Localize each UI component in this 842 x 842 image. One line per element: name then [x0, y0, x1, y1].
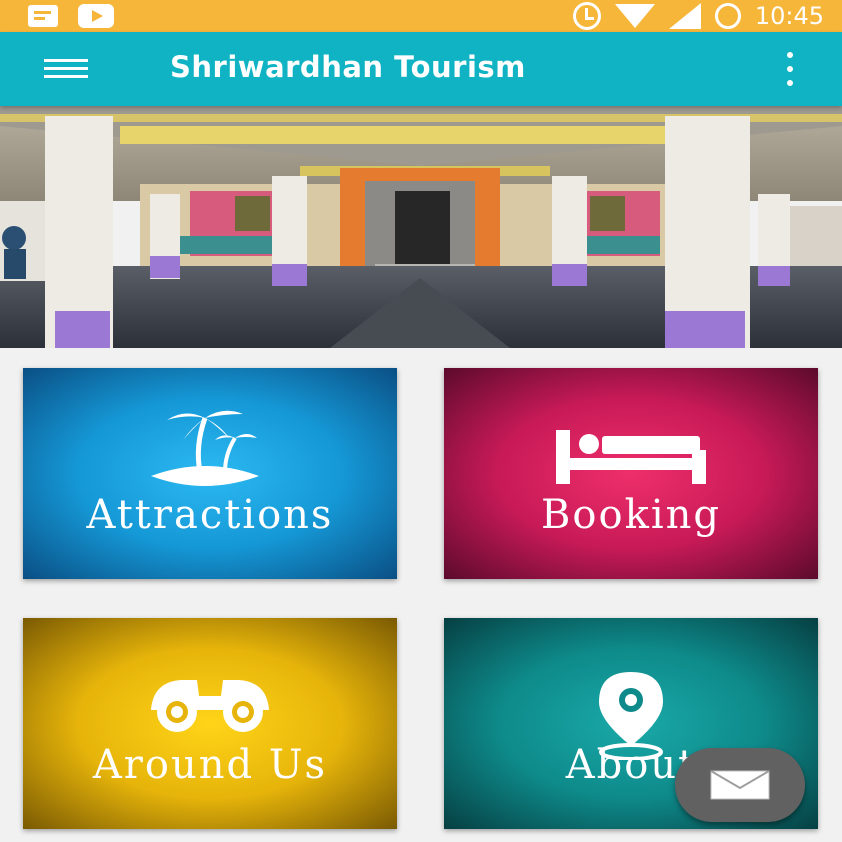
attractions-tile[interactable]: Attractions [23, 368, 397, 579]
status-bar: 10:45 [0, 0, 842, 32]
status-bar-left [28, 4, 114, 28]
notification-icon [28, 5, 58, 27]
around-us-tile[interactable]: Around Us [23, 618, 397, 829]
banner-image [0, 106, 842, 348]
battery-icon [714, 3, 741, 29]
bed-icon [556, 430, 706, 484]
more-vert-icon[interactable] [776, 52, 804, 86]
signal-icon [668, 3, 701, 29]
status-time: 10:45 [754, 2, 824, 30]
status-bar-right: 10:45 [572, 2, 824, 30]
attractions-label: Attractions [86, 492, 334, 538]
booking-tile[interactable]: Booking [444, 368, 818, 579]
email-fab[interactable] [675, 748, 805, 822]
envelope-icon [710, 770, 770, 800]
binoculars-icon [151, 680, 269, 732]
youtube-icon [78, 4, 114, 28]
app-bar: Shriwardhan Tourism [0, 32, 842, 106]
wifi-icon [614, 4, 655, 28]
temple-interior-photo [0, 106, 842, 348]
hamburger-menu-icon[interactable] [38, 55, 94, 83]
around-us-label: Around Us [92, 742, 328, 788]
palm-island-icon [151, 410, 259, 486]
app-title: Shriwardhan Tourism [170, 50, 526, 84]
alarm-icon [572, 2, 601, 30]
booking-label: Booking [541, 492, 721, 538]
